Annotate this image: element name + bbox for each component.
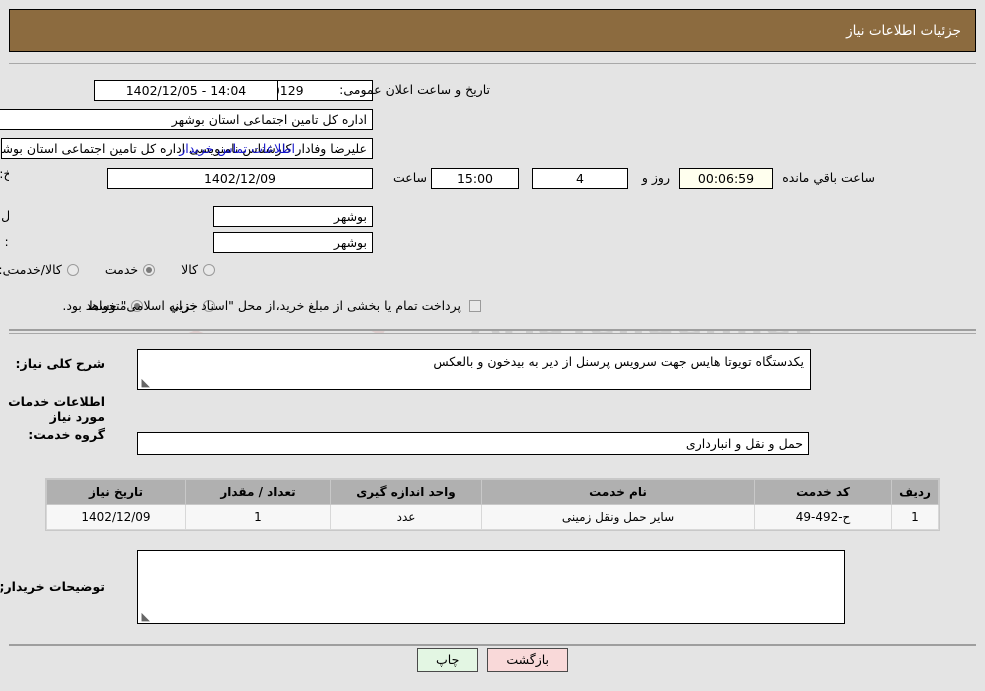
category-option-kala[interactable]: کالا bbox=[181, 262, 215, 277]
days-label-row: روز و bbox=[642, 170, 670, 185]
page-title: جزئیات اطلاعات نیاز bbox=[846, 22, 961, 39]
days-value[interactable]: 4 bbox=[532, 168, 628, 189]
buyer-notes-textarea[interactable]: ◣ bbox=[137, 550, 845, 624]
service-group-value[interactable]: حمل و نقل و انبارداری bbox=[137, 432, 809, 455]
days-label: روز و bbox=[641, 170, 670, 185]
buyer-org-value[interactable]: اداره کل تامین اجتماعی استان بوشهر bbox=[0, 109, 373, 130]
treasury-note-row: پرداخت تمام یا بخشی از مبلغ خرید،از محل … bbox=[62, 298, 481, 313]
page-header: جزئیات اطلاعات نیاز bbox=[9, 9, 976, 52]
treasury-checkbox[interactable] bbox=[469, 299, 481, 312]
col-code: کد خدمت bbox=[754, 479, 892, 505]
announce-datetime-label-row: تاریخ و ساعت اعلان عمومی: bbox=[339, 82, 490, 97]
general-desc-label: شرح کلی نیاز: bbox=[15, 356, 105, 371]
cell-qty: 1 bbox=[185, 504, 331, 530]
category-option-kala-label: کالا bbox=[181, 262, 198, 277]
col-unit: واحد اندازه گیری bbox=[330, 479, 482, 505]
category-option-kala-khedmat[interactable]: کالا/خدمت bbox=[7, 262, 79, 277]
services-section-title: اطلاعات خدمات مورد نیاز bbox=[8, 394, 105, 424]
service-group-label-row: گروه خدمت: bbox=[28, 427, 105, 442]
services-table-wrapper: ردیف کد خدمت نام خدمت واحد اندازه گیری ت… bbox=[45, 478, 940, 531]
deadline-date-value[interactable]: 1402/12/09 bbox=[107, 168, 373, 189]
announce-datetime-value[interactable]: 14:04 - 1402/12/05 bbox=[94, 80, 278, 101]
city-field-row: بوشهر bbox=[213, 232, 373, 253]
resize-grip-icon[interactable]: ◣ bbox=[140, 377, 150, 388]
cell-code: ح-492-49 bbox=[754, 504, 892, 530]
need-info-panel bbox=[9, 63, 976, 331]
days-field-row: 4 bbox=[532, 168, 628, 189]
table-header-row: ردیف کد خدمت نام خدمت واحد اندازه گیری ت… bbox=[46, 479, 939, 505]
buyer-org-field-row: اداره کل تامین اجتماعی استان بوشهر bbox=[0, 109, 373, 130]
countdown-label-row: ساعت باقي مانده bbox=[782, 170, 875, 185]
hour-label-row: ساعت bbox=[393, 170, 427, 185]
hour-value[interactable]: 15:00 bbox=[431, 168, 519, 189]
services-table: ردیف کد خدمت نام خدمت واحد اندازه گیری ت… bbox=[46, 479, 939, 530]
back-button[interactable]: بازگشت bbox=[487, 648, 569, 672]
city-value[interactable]: بوشهر bbox=[213, 232, 373, 253]
cell-unit: عدد bbox=[330, 504, 482, 530]
general-desc-label-row: شرح کلی نیاز: bbox=[16, 356, 105, 371]
province-value[interactable]: بوشهر bbox=[213, 206, 373, 227]
col-radif: ردیف bbox=[891, 479, 939, 505]
category-option-khedmat-label: خدمت bbox=[104, 262, 139, 277]
treasury-note-label: پرداخت تمام یا بخشی از مبلغ خرید،از محل … bbox=[62, 298, 461, 313]
cell-name: سایر حمل ونقل زمینی bbox=[481, 504, 755, 530]
contact-link-row: اطلاعات تماس خریدار bbox=[179, 141, 295, 156]
general-desc-value: یکدستگاه تویوتا هایس جهت سرویس پرسنل از … bbox=[433, 354, 804, 369]
buyer-notes-label: توضیحات خریدار; bbox=[0, 579, 105, 594]
resize-grip-icon-notes[interactable]: ◣ bbox=[140, 611, 150, 622]
page-root: AriaTender.net AriaTender.net جزئیات اطل… bbox=[0, 0, 985, 691]
radio-kala[interactable] bbox=[203, 263, 215, 276]
button-bar: بازگشت چاپ bbox=[0, 648, 985, 672]
radio-khedmat[interactable] bbox=[143, 263, 156, 276]
category-options: کالا خدمت کالا/خدمت bbox=[7, 262, 215, 277]
col-name: نام خدمت bbox=[481, 479, 755, 505]
radio-kala-khedmat[interactable] bbox=[66, 263, 79, 276]
countdown-field-row: 00:06:59 bbox=[679, 168, 773, 189]
countdown-value: 00:06:59 bbox=[679, 168, 773, 189]
print-button[interactable]: چاپ bbox=[417, 648, 479, 672]
hour-field-row: 15:00 bbox=[431, 168, 519, 189]
service-group-label: گروه خدمت: bbox=[28, 427, 105, 442]
cell-radif: 1 bbox=[891, 504, 939, 530]
announce-datetime-field-row: 14:04 - 1402/12/05 bbox=[94, 80, 278, 101]
category-option-khedmat[interactable]: خدمت bbox=[104, 262, 156, 277]
announce-datetime-label: تاریخ و ساعت اعلان عمومی: bbox=[339, 82, 490, 97]
cell-need-date: 1402/12/09 bbox=[46, 504, 186, 530]
province-field-row: بوشهر bbox=[213, 206, 373, 227]
col-qty: تعداد / مقدار bbox=[185, 479, 331, 505]
table-row[interactable]: 1 ح-492-49 سایر حمل ونقل زمینی عدد 1 140… bbox=[46, 504, 939, 530]
service-group-field-row: حمل و نقل و انبارداری bbox=[137, 432, 809, 455]
deadline-date-row: 1402/12/09 bbox=[107, 168, 373, 189]
countdown-label: ساعت باقي مانده bbox=[782, 170, 875, 185]
buyer-contact-link[interactable]: اطلاعات تماس خریدار bbox=[179, 141, 295, 156]
hour-label: ساعت bbox=[392, 170, 427, 185]
general-desc-textarea[interactable]: یکدستگاه تویوتا هایس جهت سرویس پرسنل از … bbox=[137, 349, 811, 390]
category-option-kala-khedmat-label: کالا/خدمت bbox=[7, 262, 62, 277]
buyer-notes-label-row: توضیحات خریدار; bbox=[0, 579, 105, 594]
col-need-date: تاریخ نیاز bbox=[46, 479, 186, 505]
